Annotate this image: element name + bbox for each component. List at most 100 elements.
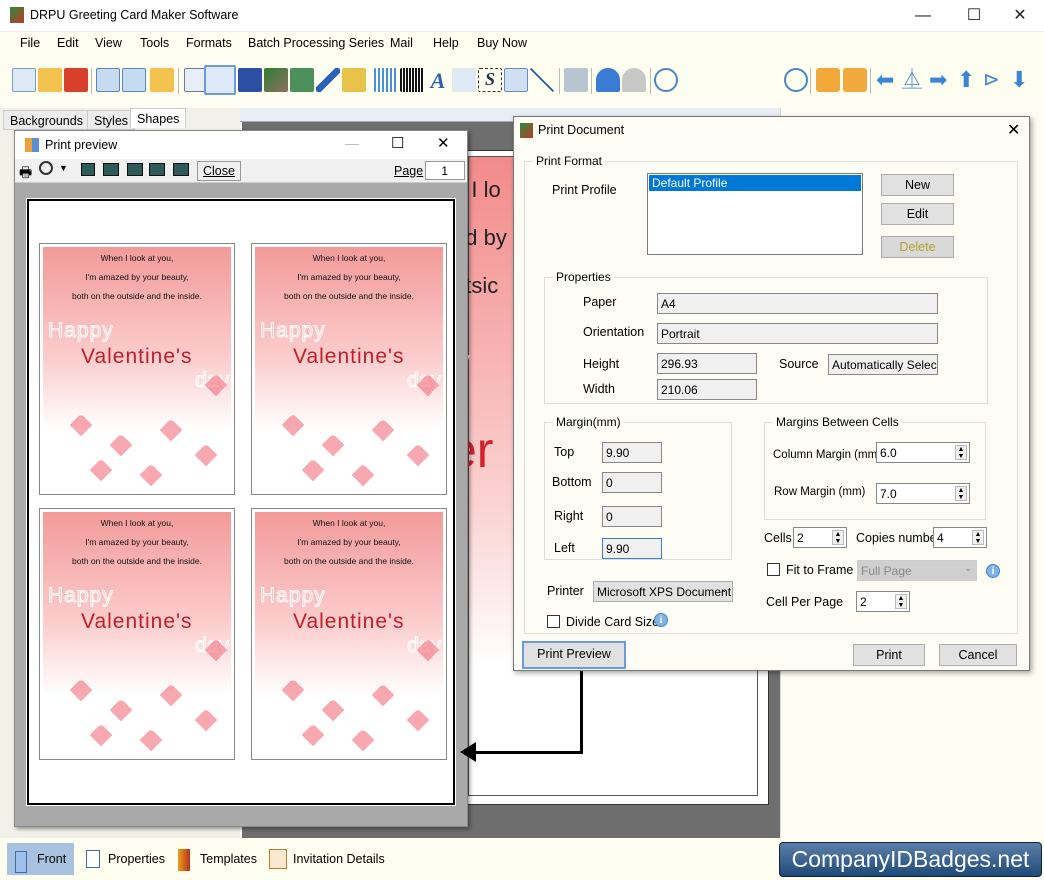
divide-card-size-checkbox[interactable] (547, 615, 560, 628)
print-profile-list[interactable]: Default Profile (647, 173, 863, 255)
arrow-down-icon[interactable]: ⬇ (1010, 68, 1034, 92)
margin-top-field[interactable]: 9.90 (602, 442, 662, 463)
unlock-icon[interactable] (843, 68, 867, 92)
four-pages-icon[interactable] (149, 163, 165, 176)
height-field[interactable]: 296.93 (657, 353, 757, 374)
copies-label: Copies number (856, 531, 941, 545)
dialog-close-button[interactable]: ✕ (1007, 120, 1020, 140)
fit-option-dropdown[interactable]: Full Page ⌄ (857, 560, 977, 581)
print-icon[interactable] (204, 65, 236, 95)
menu-batch-processing[interactable]: Batch Processing Series (248, 36, 384, 50)
menu-help[interactable]: Help (433, 36, 459, 50)
margin-bottom-field[interactable]: 0 (602, 472, 662, 493)
preview-minimize-button[interactable]: — (345, 135, 359, 151)
menu-buy-now[interactable]: Buy Now (477, 36, 527, 50)
text-icon[interactable]: A (426, 68, 450, 93)
preview-maximize-button[interactable]: ☐ (391, 134, 404, 152)
word-art-icon[interactable] (452, 68, 476, 92)
tab-backgrounds[interactable]: Backgrounds (3, 110, 90, 130)
zoom-icon[interactable] (39, 161, 53, 175)
maximize-button[interactable]: ☐ (956, 4, 992, 28)
mail-icon[interactable] (504, 68, 528, 92)
undo-icon[interactable] (596, 68, 620, 92)
cell-per-page-spinner[interactable]: 2 ▲ ▼ (856, 591, 910, 612)
menu-tools[interactable]: Tools (140, 36, 169, 50)
two-pages-icon[interactable] (103, 163, 119, 176)
margin-left-field[interactable]: 9.90 (602, 538, 662, 559)
pen-icon[interactable] (316, 68, 340, 92)
align-icon[interactable]: ⊳ (983, 68, 1007, 92)
fit-to-frame-checkbox[interactable] (767, 563, 780, 576)
orientation-field[interactable]: Portrait (657, 323, 938, 344)
menu-file[interactable]: File (20, 36, 40, 50)
margin-right-field[interactable]: 0 (602, 506, 662, 527)
one-page-icon[interactable] (81, 163, 95, 176)
new-icon[interactable] (12, 68, 36, 92)
info-icon[interactable]: i (986, 564, 1000, 578)
minimize-button[interactable]: — (905, 4, 941, 28)
zoom-in-icon[interactable] (654, 68, 678, 92)
orientation-label: Orientation (583, 325, 645, 339)
cancel-button[interactable]: Cancel (939, 644, 1017, 666)
line-icon[interactable] (530, 68, 554, 92)
close-doc-icon[interactable] (64, 68, 88, 92)
page-number-input[interactable]: 1 (425, 161, 465, 180)
info-icon[interactable]: i (654, 613, 668, 627)
width-field[interactable]: 210.06 (657, 379, 757, 400)
lock-icon[interactable] (816, 68, 840, 92)
watermark-icon[interactable] (374, 68, 398, 92)
new-profile-button[interactable]: New (881, 174, 954, 196)
menu-mail[interactable]: Mail (390, 36, 413, 50)
paper-field[interactable]: A4 (657, 293, 938, 314)
export-icon[interactable] (150, 68, 174, 92)
preview-close-btn[interactable]: Close (197, 161, 241, 181)
column-margin-spinner[interactable]: 6.0 ▲ ▼ (876, 442, 970, 463)
crop-icon[interactable] (264, 68, 288, 92)
tab-properties[interactable]: Properties (108, 843, 165, 875)
card-line2: I'm amazed by your beauty, (85, 272, 189, 282)
tab-templates[interactable]: Templates (200, 843, 257, 875)
tab-styles[interactable]: Styles (87, 110, 136, 130)
menu-edit[interactable]: Edit (57, 36, 79, 50)
print-format-caption: Print Format (533, 154, 606, 168)
close-button[interactable]: ✕ (1002, 4, 1038, 28)
open-icon[interactable] (38, 68, 62, 92)
arrow-up-icon[interactable]: ⬆ (957, 68, 981, 92)
preview-close-button[interactable]: ✕ (437, 134, 450, 152)
zoom-dropdown-icon[interactable]: ▼ (59, 163, 68, 173)
signature-icon[interactable]: S (478, 68, 502, 92)
row-margin-spinner[interactable]: 7.0 ▲ ▼ (876, 483, 970, 504)
copies-spinner[interactable]: 4 ▲ ▼ (933, 527, 987, 548)
three-pages-icon[interactable] (127, 163, 143, 176)
profile-item-default[interactable]: Default Profile (649, 175, 861, 191)
print-icon[interactable]: 🖶 (19, 162, 32, 186)
zoom-out-icon[interactable] (784, 68, 808, 92)
flip-icon[interactable]: ⏅ (902, 68, 926, 92)
preview-card: When I look at you, I'm amazed by your b… (251, 508, 447, 760)
save-icon[interactable] (96, 68, 120, 92)
delete-profile-button[interactable]: Delete (881, 236, 954, 258)
cells-spinner[interactable]: 2 ▲ ▼ (793, 527, 847, 548)
edit-profile-button[interactable]: Edit (881, 203, 954, 225)
redo-icon[interactable] (622, 68, 646, 92)
menu-view[interactable]: View (95, 36, 122, 50)
properties-icon (86, 850, 100, 868)
arrow-left-icon[interactable]: ⬅ (876, 68, 900, 92)
height-label: Height (583, 357, 620, 371)
tab-shapes[interactable]: Shapes (130, 108, 187, 128)
print-preview-button[interactable]: Print Preview (522, 641, 626, 669)
layers-icon[interactable] (238, 68, 262, 92)
printer-dropdown[interactable]: Microsoft XPS Document ⌄ (593, 581, 733, 602)
print-button[interactable]: Print (853, 644, 925, 666)
save-as-icon[interactable] (122, 68, 146, 92)
card-line1: When I look at you, (312, 253, 386, 263)
database-icon[interactable] (564, 68, 588, 92)
insert-image-icon[interactable] (290, 68, 314, 92)
barcode-icon[interactable] (400, 68, 424, 92)
six-pages-icon[interactable] (173, 163, 189, 176)
menu-formats[interactable]: Formats (186, 36, 232, 50)
arrow-right-icon[interactable]: ➡ (929, 68, 953, 92)
shapes-icon[interactable] (342, 68, 366, 92)
source-field[interactable]: Automatically Selec (828, 354, 938, 375)
tab-invitation-details[interactable]: Invitation Details (293, 843, 385, 875)
